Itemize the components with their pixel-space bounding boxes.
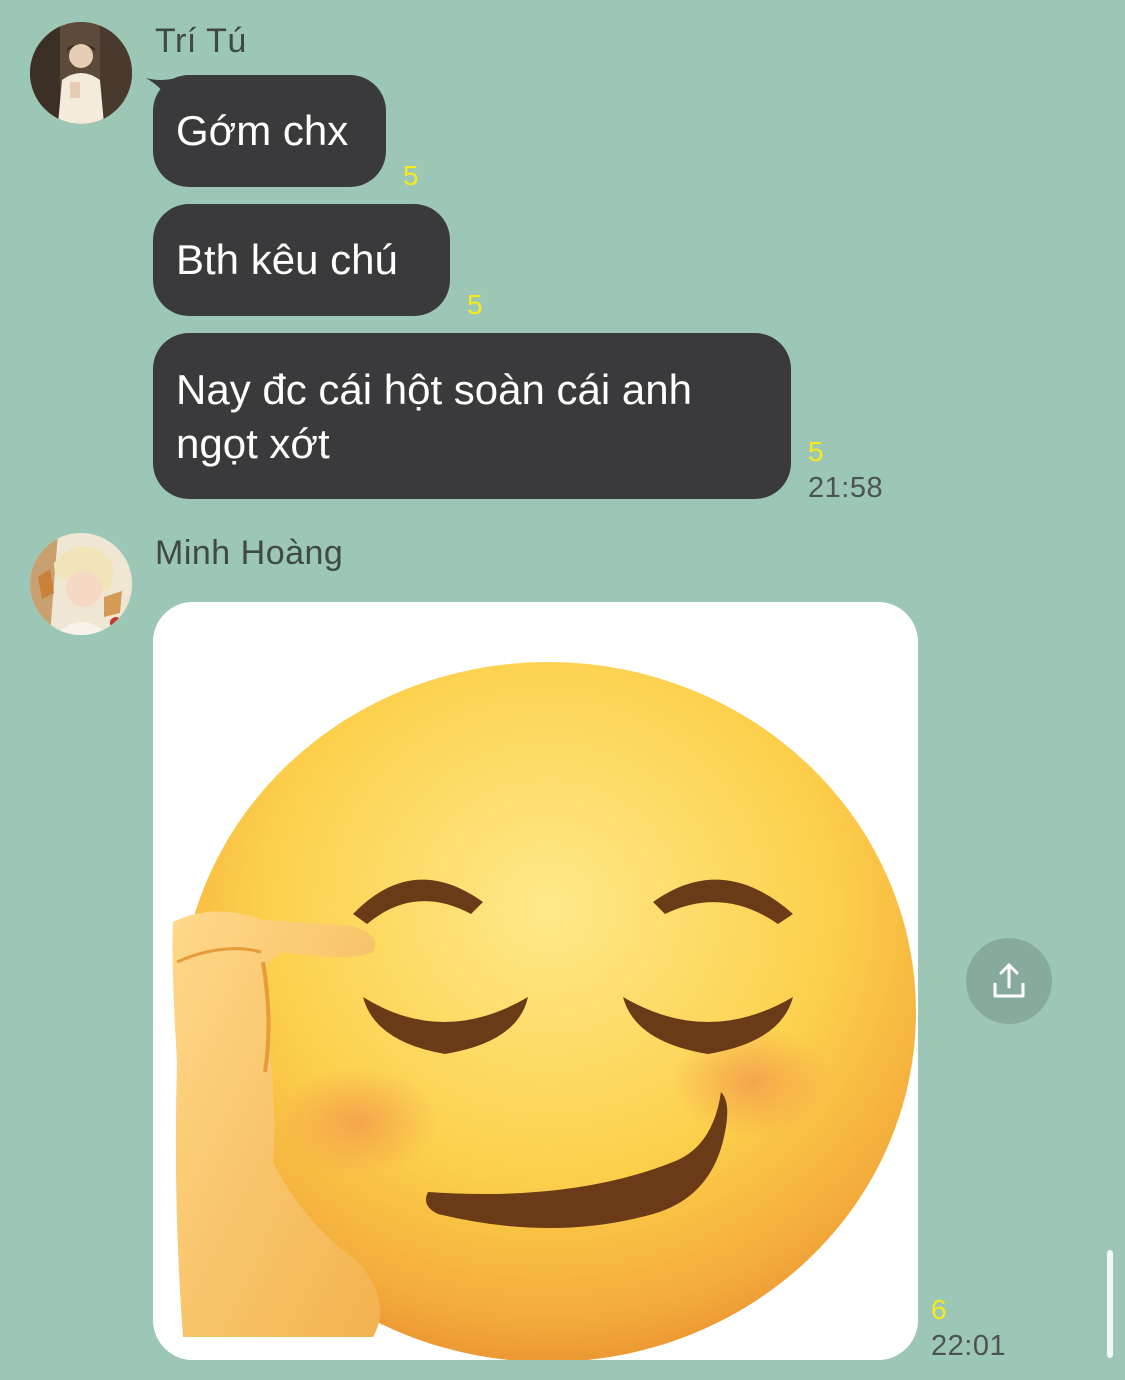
share-upload-icon: [993, 963, 1025, 998]
sender-name: Trí Tú: [155, 22, 247, 60]
timestamp: 22:01: [931, 1330, 1007, 1362]
sender-name: Minh Hoàng: [155, 534, 344, 572]
message-bubble[interactable]: Gớm chx: [153, 75, 386, 187]
scrollbar[interactable]: [1107, 1250, 1113, 1358]
share-button[interactable]: [966, 938, 1052, 1024]
smirking-face-emoji-icon: [153, 602, 918, 1360]
message-bubble[interactable]: Bth kêu chú: [153, 204, 450, 316]
image-message[interactable]: [153, 602, 918, 1360]
read-count: 5: [403, 160, 419, 191]
message-bubble[interactable]: Nay đc cái hột soàn cái anh ngọt xớt: [153, 333, 791, 499]
read-count: 5: [808, 436, 824, 467]
timestamp: 21:58: [808, 472, 884, 504]
message-text: Nay đc cái hột soàn cái anh ngọt xớt: [176, 366, 692, 467]
avatar-tri-tu[interactable]: [30, 22, 132, 124]
message-text: Bth kêu chú: [176, 236, 398, 283]
read-count: 5: [467, 289, 483, 320]
avatar-minh-hoang[interactable]: [30, 533, 132, 635]
message-text: Gớm chx: [176, 107, 349, 154]
read-count: 6: [931, 1294, 947, 1325]
